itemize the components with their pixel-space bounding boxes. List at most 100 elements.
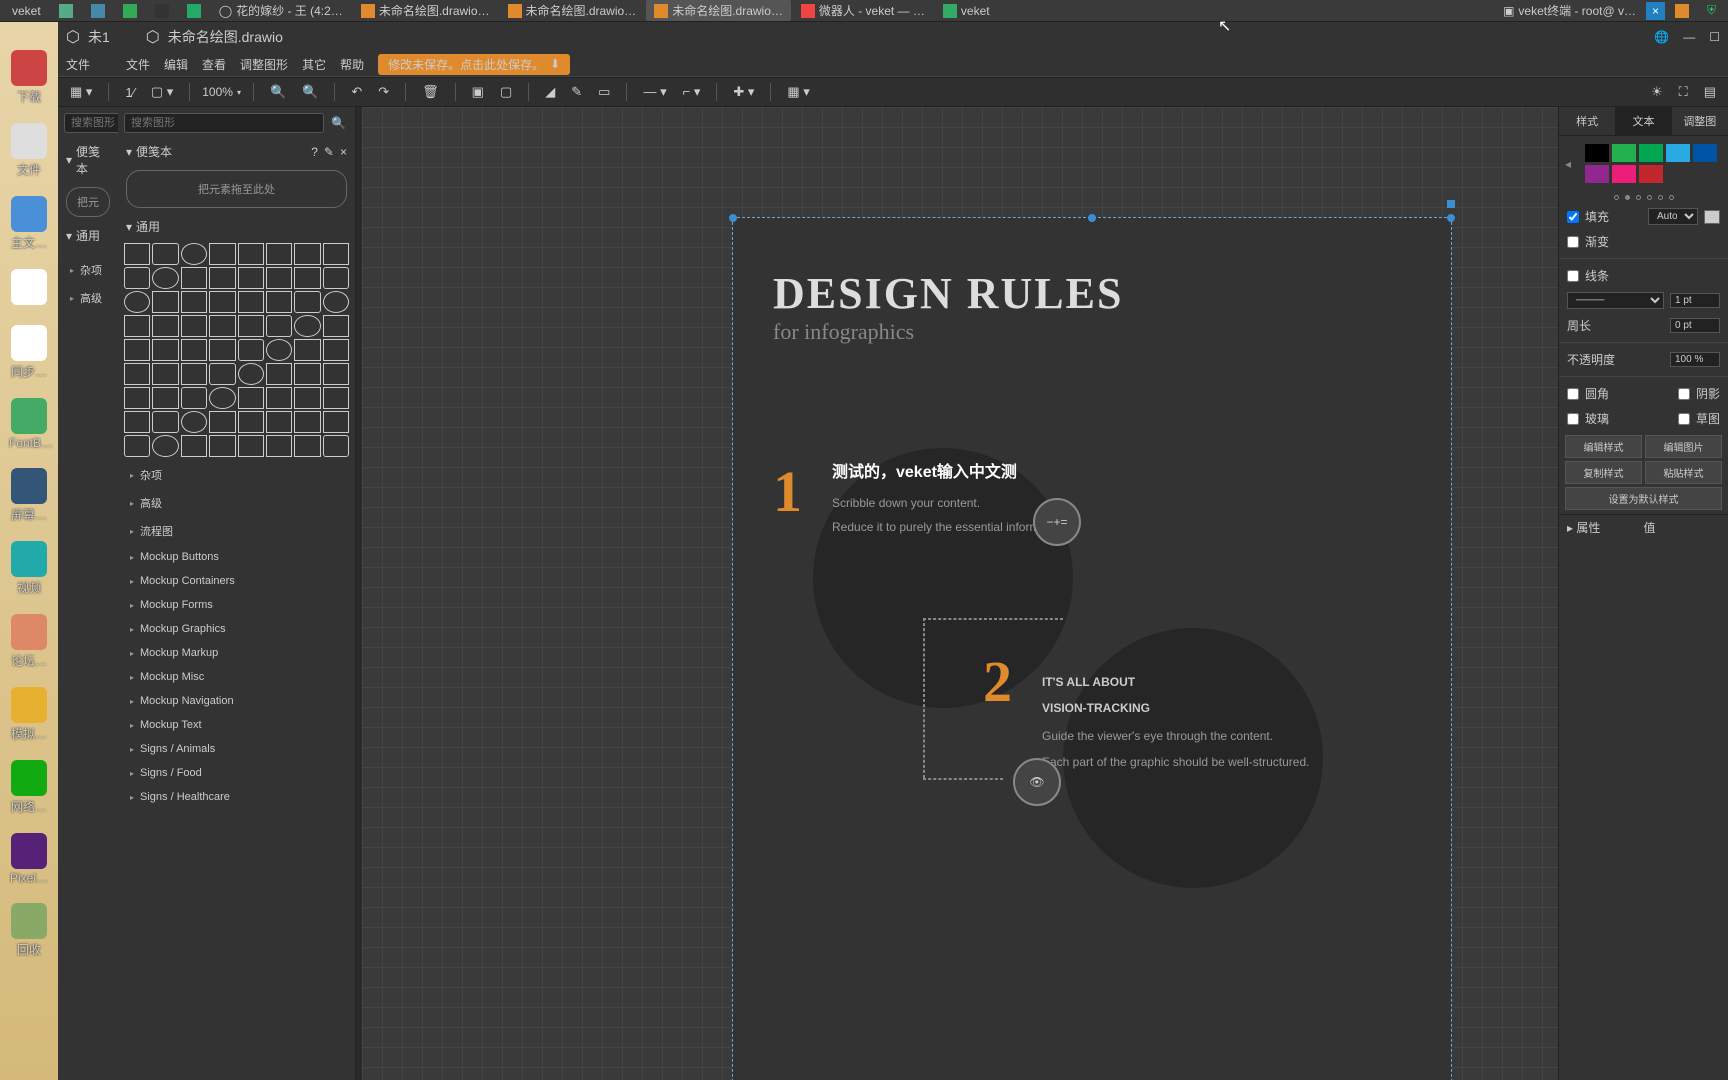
category-item[interactable]: Mockup Buttons xyxy=(118,545,355,569)
shape-stencil[interactable] xyxy=(266,387,292,409)
shape-stencil[interactable] xyxy=(266,243,292,265)
shape-stencil[interactable] xyxy=(266,339,292,361)
search-input[interactable] xyxy=(124,113,324,133)
shape-stencil[interactable] xyxy=(238,291,264,313)
shape-stencil[interactable] xyxy=(124,411,150,433)
scratchpad-header[interactable]: ▾便笺本 ? ✎ × xyxy=(118,139,355,164)
tab-arrange[interactable]: 调整图 xyxy=(1672,107,1728,135)
fill-mode-select[interactable]: Auto xyxy=(1648,208,1698,225)
shape-stencil[interactable] xyxy=(266,291,292,313)
category-item[interactable]: Mockup Misc xyxy=(118,665,355,689)
shape-stencil[interactable] xyxy=(124,387,150,409)
shape-stencil[interactable] xyxy=(294,291,320,313)
shape-stencil[interactable] xyxy=(181,363,207,385)
desktop-icon[interactable]: FontB… xyxy=(9,398,49,450)
to-back-icon[interactable]: ▢ xyxy=(496,82,516,102)
set-default-style-button[interactable]: 设置为默认样式 xyxy=(1565,487,1722,510)
close-icon[interactable]: × xyxy=(340,145,347,159)
taskbar-close[interactable]: × xyxy=(1646,2,1665,20)
resize-handle[interactable] xyxy=(1088,214,1096,222)
tab-style[interactable]: 样式 xyxy=(1559,107,1615,135)
shape-stencil[interactable] xyxy=(209,363,235,385)
shape-stencil[interactable] xyxy=(323,435,349,457)
waypoints-icon[interactable]: ⌐ ▾ xyxy=(679,82,705,102)
sidebar-toggle[interactable]: ▦ ▾ xyxy=(66,82,96,102)
gradient-checkbox[interactable] xyxy=(1567,236,1579,248)
menu-help[interactable]: 帮助 xyxy=(340,56,364,73)
shape-stencil[interactable] xyxy=(124,243,150,265)
resize-handle[interactable] xyxy=(1447,214,1455,222)
scratchpad-header[interactable]: ▾便笺本 xyxy=(58,139,118,181)
taskbar-item[interactable] xyxy=(83,2,113,20)
shape-stencil[interactable] xyxy=(209,291,235,313)
shape-stencil[interactable] xyxy=(152,315,178,337)
shape-stencil[interactable] xyxy=(294,435,320,457)
shape-stencil[interactable] xyxy=(266,315,292,337)
shape-stencil[interactable] xyxy=(294,339,320,361)
taskbar-shield[interactable]: ⛨ xyxy=(1699,1,1724,20)
shape-stencil[interactable] xyxy=(152,291,178,313)
shape-stencil[interactable] xyxy=(266,435,292,457)
shape-stencil[interactable] xyxy=(323,363,349,385)
shape-stencil[interactable] xyxy=(323,267,349,289)
shape-stencil[interactable] xyxy=(152,411,178,433)
shape-stencil[interactable] xyxy=(124,291,150,313)
window-minimize[interactable]: — xyxy=(1683,30,1695,44)
shadow-checkbox[interactable] xyxy=(1678,388,1690,400)
category-item[interactable]: 杂项 xyxy=(58,256,118,284)
fullscreen-icon[interactable]: ⛶ xyxy=(1675,82,1692,102)
shape-stencil[interactable] xyxy=(209,435,235,457)
shape-stencil[interactable] xyxy=(209,243,235,265)
selected-page[interactable]: DESIGN RULES for infographics 1 测试的，veke… xyxy=(732,217,1452,1080)
drop-button[interactable]: 把元 xyxy=(66,187,110,217)
shape-stencil[interactable] xyxy=(124,435,150,457)
category-item[interactable]: Mockup Forms xyxy=(118,593,355,617)
taskbar-item[interactable]: 微器人 - veket — … xyxy=(793,0,933,21)
shape-stencil[interactable] xyxy=(294,315,320,337)
shape-stencil[interactable] xyxy=(181,315,207,337)
shape-stencil[interactable] xyxy=(152,387,178,409)
shape-stencil[interactable] xyxy=(294,363,320,385)
shape-stencil[interactable] xyxy=(181,243,207,265)
category-item[interactable]: Signs / Food xyxy=(118,761,355,785)
edit-style-button[interactable]: 编辑样式 xyxy=(1565,435,1642,458)
shape-stencil[interactable] xyxy=(152,339,178,361)
category-item[interactable]: Mockup Containers xyxy=(118,569,355,593)
general-header[interactable]: ▾通用 xyxy=(118,214,355,239)
category-item[interactable]: 高级 xyxy=(58,284,118,312)
category-item[interactable]: Signs / Healthcare xyxy=(118,785,355,809)
color-swatch[interactable] xyxy=(1585,165,1609,183)
shape-stencil[interactable] xyxy=(209,315,235,337)
desktop-icon[interactable]: Pixel… xyxy=(9,833,49,885)
shape-stencil[interactable] xyxy=(209,339,235,361)
shape-stencil[interactable] xyxy=(294,267,320,289)
shape-stencil[interactable] xyxy=(238,411,264,433)
taskbar-item[interactable] xyxy=(115,2,145,20)
color-swatch[interactable] xyxy=(1612,144,1636,162)
category-item[interactable]: Signs / Animals xyxy=(118,737,355,761)
menu-extras[interactable]: 其它 xyxy=(302,56,326,73)
category-item[interactable]: Mockup Navigation xyxy=(118,689,355,713)
rounded-checkbox[interactable] xyxy=(1567,388,1579,400)
color-swatch[interactable] xyxy=(1639,165,1663,183)
menu-arrange[interactable]: 调整图形 xyxy=(240,56,288,73)
desktop-icon[interactable]: 主文… xyxy=(9,196,49,251)
sketch-checkbox[interactable] xyxy=(1678,413,1690,425)
zoom-in-icon[interactable]: 🔍 xyxy=(266,82,290,102)
taskbar-item[interactable]: veket xyxy=(935,2,998,20)
shape-stencil[interactable] xyxy=(124,339,150,361)
fill-checkbox[interactable] xyxy=(1567,211,1579,223)
shape-stencil[interactable] xyxy=(238,363,264,385)
globe-icon[interactable]: 🌐 xyxy=(1654,30,1669,44)
undo-icon[interactable]: ↶ xyxy=(347,82,366,102)
desktop-icon[interactable]: 回收 xyxy=(9,903,49,958)
menu-file[interactable]: 文件 xyxy=(126,56,150,73)
shape-stencil[interactable] xyxy=(294,243,320,265)
taskbar-tray[interactable] xyxy=(1667,2,1697,20)
taskbar-item[interactable] xyxy=(147,2,177,20)
shape-stencil[interactable] xyxy=(238,243,264,265)
shape-stencil[interactable] xyxy=(209,267,235,289)
shape-stencil[interactable] xyxy=(323,387,349,409)
shape-stencil[interactable] xyxy=(181,267,207,289)
color-swatch[interactable] xyxy=(1612,165,1636,183)
